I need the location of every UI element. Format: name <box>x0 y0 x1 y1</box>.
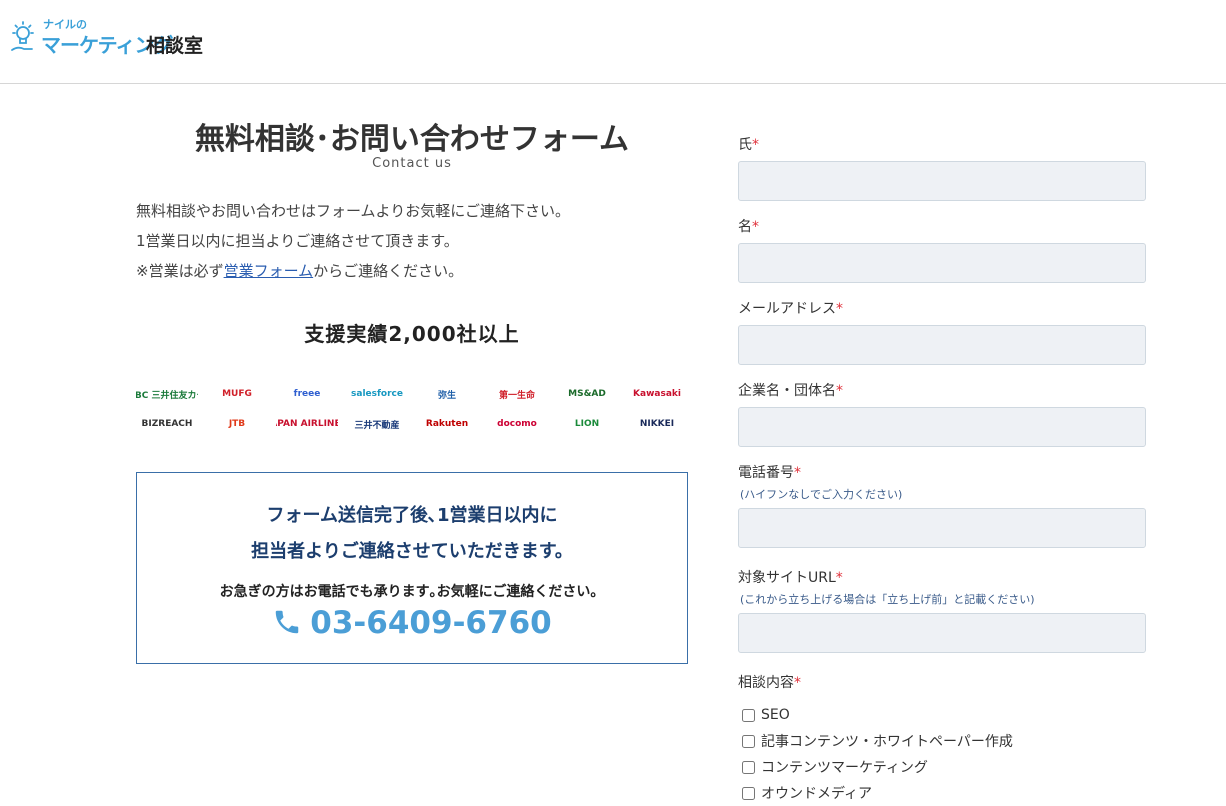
client-logo: 弥生 <box>437 390 456 401</box>
phone-hint: (ハイフンなしでご入力ください) <box>740 488 903 501</box>
required-mark: * <box>794 465 801 481</box>
label-text: 名 <box>738 219 752 235</box>
consult-options: SEO 記事コンテンツ・ホワイトペーパー作成 コンテンツマーケティング オウンド… <box>742 702 1013 806</box>
required-mark: * <box>752 137 759 153</box>
client-logo: MS&AD <box>568 389 606 399</box>
page-subtitle: Contact us <box>372 156 452 171</box>
consult-label: 相談内容* <box>738 672 1146 692</box>
client-logo: Rakuten <box>425 419 469 429</box>
company-label: 企業名・団体名* <box>738 380 1146 400</box>
client-logo: salesforce <box>351 389 403 399</box>
logo-sub-text: 相談室 <box>146 35 204 57</box>
site-url-hint: (これから立ち上げる場合は「立ち上げ前」と記載ください) <box>740 593 1035 606</box>
achievement-heading: 支援実績2,000社以上 <box>304 322 520 346</box>
content-marketing-checkbox[interactable] <box>742 760 755 774</box>
site-url-label: 対象サイトURL* <box>738 567 1146 587</box>
page-title: 無料相談･お問い合わせフォーム <box>194 122 630 157</box>
phone-number: 03-6409-6760 <box>310 605 552 641</box>
phone-label: 電話番号* <box>738 462 1146 482</box>
required-mark: * <box>836 383 843 399</box>
client-logo: 第一生命 <box>498 390 535 401</box>
intro-line: 無料相談やお問い合わせはフォームよりお気軽にご連絡下さい。 <box>136 202 570 220</box>
client-logo: 三井不動産 <box>354 420 400 431</box>
client-logo: JTB <box>228 419 246 429</box>
required-mark: * <box>752 219 759 235</box>
label-text: 企業名・団体名 <box>738 383 836 399</box>
client-logo-row: BIZREACH JTB JAPAN AIRLINES 三井不動産 Rakuten doc… <box>136 412 688 438</box>
seo-checkbox[interactable] <box>742 708 755 722</box>
first-name-label: 名* <box>738 216 1146 236</box>
phone-number-link[interactable]: 03-6409-6760 <box>137 605 687 641</box>
first-name-input[interactable] <box>738 243 1146 283</box>
option-label: オウンドメディア <box>761 786 873 802</box>
consult-option-seo[interactable]: SEO <box>742 702 1013 728</box>
consult-label-group: 相談内容* <box>738 672 1146 692</box>
articles-checkbox[interactable] <box>742 734 755 748</box>
last-name-label: 氏* <box>738 134 1146 154</box>
client-logo: LION <box>574 419 600 429</box>
phone-input[interactable] <box>738 508 1146 548</box>
label-text: 電話番号 <box>738 465 794 481</box>
last-name-input[interactable] <box>738 161 1146 201</box>
company-input[interactable] <box>738 407 1146 447</box>
consult-option-content-marketing[interactable]: コンテンツマーケティング <box>742 754 1013 780</box>
label-text: 相談内容 <box>738 675 794 691</box>
phone-icon <box>276 610 299 633</box>
consult-option-articles[interactable]: 記事コンテンツ・ホワイトペーパー作成 <box>742 728 1013 754</box>
required-mark: * <box>794 675 801 691</box>
option-label: 記事コンテンツ・ホワイトペーパー作成 <box>761 734 1013 750</box>
email-label: メールアドレス* <box>738 298 1146 318</box>
intro-line: 1営業日以内に担当よりご連絡させて頂きます。 <box>136 232 459 250</box>
email-input[interactable] <box>738 325 1146 365</box>
client-logo: BIZREACH <box>141 419 193 429</box>
intro-text-post: からご連絡ください。 <box>313 262 464 280</box>
site-url-field-group: 対象サイトURL* (これから立ち上げる場合は「立ち上げ前」と記載ください) <box>738 567 1146 653</box>
client-logo-row: SMBC 三井住友カード MUFG freee salesforce 弥生 第一生命 MS&… <box>136 382 688 408</box>
lightbulb-icon <box>11 21 34 51</box>
label-text: メールアドレス <box>738 301 836 317</box>
intro-text: 無料相談やお問い合わせはフォームよりお気軽にご連絡下さい。 1営業日以内に担当よ… <box>136 196 688 286</box>
client-logo: NIKKEI <box>639 419 675 429</box>
client-logo: Kawasaki <box>633 389 681 399</box>
contact-box-note: お急ぎの方はお電話でも承ります｡お気軽にご連絡ください。 <box>219 584 605 600</box>
contact-box-line1: フォーム送信完了後､1営業日以内に <box>266 505 558 526</box>
option-label: SEO <box>761 707 790 723</box>
option-label: コンテンツマーケティング <box>761 760 928 776</box>
first-name-field-group: 名* <box>738 216 1146 283</box>
required-mark: * <box>835 570 843 586</box>
phone-field-group: 電話番号* (ハイフンなしでご入力ください) <box>738 462 1146 548</box>
intro-line: ※営業は必ず営業フォームからご連絡ください。 <box>136 256 688 286</box>
client-logo: MUFG <box>222 389 252 399</box>
label-text: 対象サイトURL <box>738 570 836 586</box>
sales-form-link[interactable]: 営業フォーム <box>224 262 314 280</box>
phone-contact-box: フォーム送信完了後､1営業日以内に 担当者よりご連絡させていただきます。 お急ぎ… <box>136 472 688 664</box>
label-text: 氏 <box>738 137 752 153</box>
client-logo: JAPAN AIRLINES <box>276 419 338 429</box>
intro-text-pre: ※営業は必ず <box>136 262 224 280</box>
contact-box-line2: 担当者よりご連絡させていただきます。 <box>251 541 573 562</box>
client-logos: SMBC 三井住友カード MUFG freee salesforce 弥生 第一生命 MS&… <box>136 382 688 442</box>
company-field-group: 企業名・団体名* <box>738 380 1146 447</box>
consult-option-owned-media[interactable]: オウンドメディア <box>742 780 1013 806</box>
last-name-field-group: 氏* <box>738 134 1146 201</box>
required-mark: * <box>836 301 843 317</box>
site-url-input[interactable] <box>738 613 1146 653</box>
client-logo: SMBC 三井住友カード <box>136 390 198 401</box>
client-logo: docomo <box>497 419 537 429</box>
email-field-group: メールアドレス* <box>738 298 1146 365</box>
client-logo: freee <box>293 389 321 399</box>
site-header: ナイルの マーケティング 相談室 <box>0 0 1226 84</box>
